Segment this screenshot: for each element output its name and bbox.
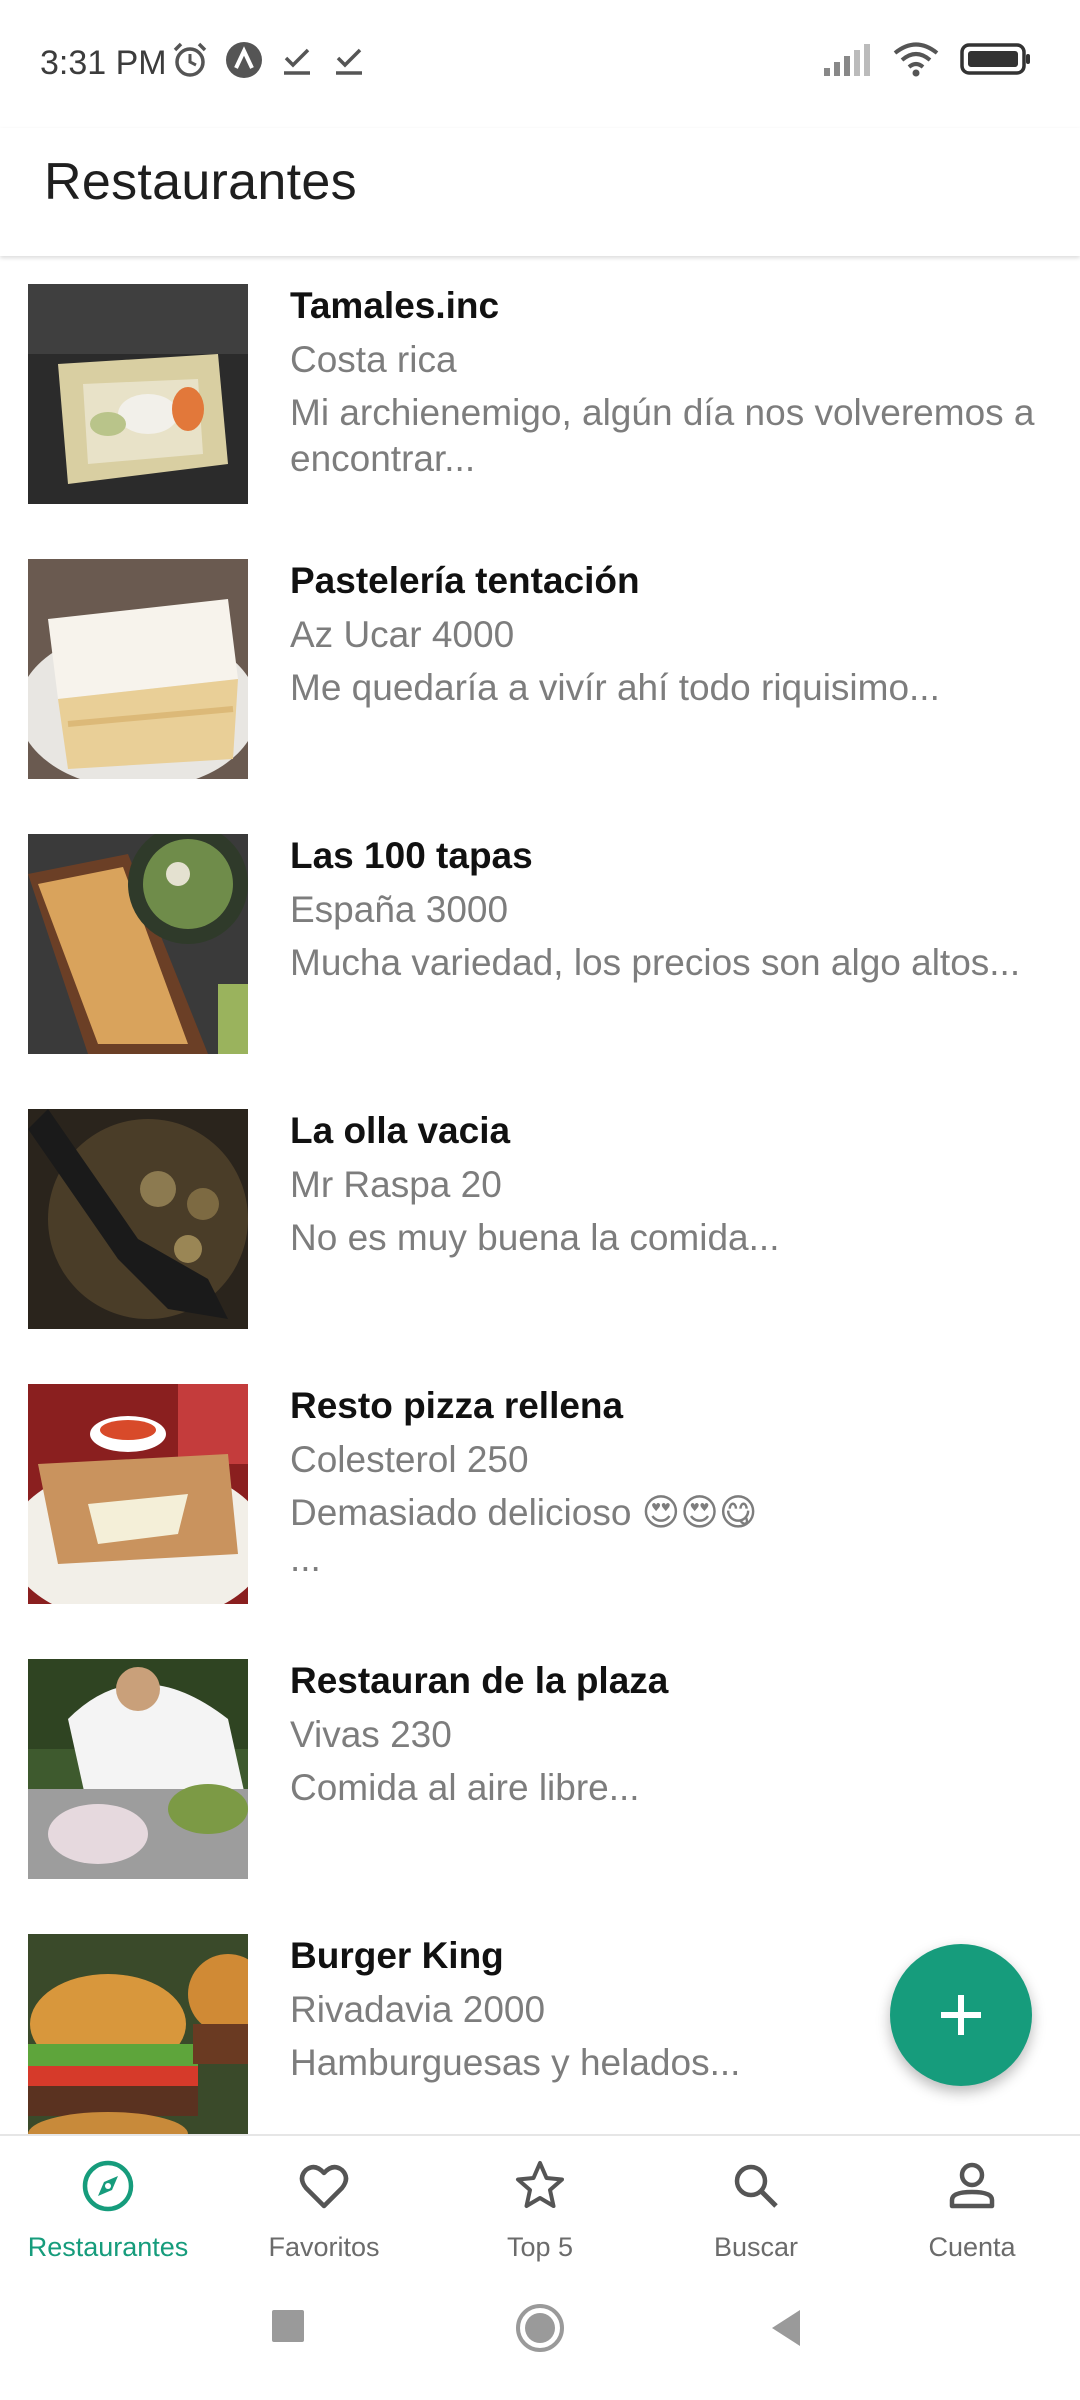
restaurant-description: Comida al aire libre... (290, 1767, 640, 1808)
restaurant-name: Pastelería tentación (290, 560, 640, 601)
restaurant-list[interactable]: Tamales.inc Costa rica Mi archienemigo, … (0, 256, 1080, 2134)
status-icons-right (822, 40, 1032, 78)
nav-label: Restaurantes (27, 2232, 189, 2262)
search-icon (734, 2164, 778, 2208)
restaurant-address: Colesterol 250 (290, 1439, 529, 1480)
account-icon (949, 2162, 995, 2209)
nav-item-top5[interactable]: Top 5 (432, 2136, 648, 2280)
restaurant-address: Az Ucar 4000 (290, 614, 515, 655)
restaurant-description: Me quedaría a vivír ahí todo riquisimo..… (290, 667, 940, 708)
compass-icon (82, 2160, 134, 2212)
home-button[interactable] (514, 2302, 566, 2354)
nav-item-restaurantes[interactable]: Restaurantes (0, 2136, 216, 2280)
restaurant-item[interactable]: La olla vacia Mr Raspa 20 No es muy buen… (0, 1081, 1080, 1356)
battery-icon (960, 43, 1030, 75)
restaurant-info: La olla vacia Mr Raspa 20 No es muy buen… (290, 1107, 1068, 1261)
restaurant-name: La olla vacia (290, 1110, 511, 1151)
check-icon (336, 48, 362, 75)
restaurant-info: Pastelería tentación Az Ucar 4000 Me que… (290, 557, 1068, 711)
restaurant-address: Mr Raspa 20 (290, 1164, 502, 1205)
wifi-icon (893, 42, 939, 77)
restaurant-photo (28, 1384, 248, 1604)
bottom-navigation: Restaurantes Favoritos Top 5 Buscar Cuen… (0, 2134, 1080, 2280)
restaurant-name: Tamales.inc (290, 285, 500, 326)
app-bar: Restaurantes (0, 128, 1080, 256)
restaurant-description: Demasiado delicioso 😍😍😋 ... (290, 1492, 758, 1579)
nav-label: Favoritos (268, 2232, 380, 2262)
nav-label: Cuenta (928, 2232, 1016, 2262)
page-title: Restaurantes (44, 153, 357, 211)
status-time: 3:31 PM (40, 44, 167, 82)
restaurant-item[interactable]: Resto pizza rellena Colesterol 250 Demas… (0, 1356, 1080, 1631)
restaurant-item[interactable]: Pastelería tentación Az Ucar 4000 Me que… (0, 531, 1080, 806)
back-button[interactable] (768, 2308, 804, 2348)
nav-item-favoritos[interactable]: Favoritos (216, 2136, 432, 2280)
restaurant-name: Las 100 tapas (290, 835, 533, 876)
restaurant-description: Mi archienemigo, algún día nos volveremo… (290, 392, 1035, 479)
restaurant-info: Las 100 tapas España 3000 Mucha variedad… (290, 832, 1068, 986)
restaurant-info: Resto pizza rellena Colesterol 250 Demas… (290, 1382, 1068, 1582)
nav-item-buscar[interactable]: Buscar (648, 2136, 864, 2280)
restaurant-address: Costa rica (290, 339, 457, 380)
restaurant-photo (28, 1659, 248, 1879)
restaurant-address: Vivas 230 (290, 1714, 452, 1755)
restaurant-photo (28, 284, 248, 504)
restaurant-photo (28, 1934, 248, 2134)
restaurant-name: Resto pizza rellena (290, 1385, 624, 1426)
restaurant-photo (28, 559, 248, 779)
nav-label: Top 5 (506, 2232, 574, 2262)
restaurant-name: Restauran de la plaza (290, 1660, 669, 1701)
status-icons-left (170, 40, 368, 80)
nav-label: Buscar (713, 2232, 799, 2262)
restaurant-info: Restauran de la plaza Vivas 230 Comida a… (290, 1657, 1068, 1811)
add-restaurant-button[interactable] (890, 1944, 1032, 2086)
alarm-icon (173, 42, 207, 77)
restaurant-info: Tamales.inc Costa rica Mi archienemigo, … (290, 282, 1068, 482)
restaurant-address: España 3000 (290, 889, 509, 930)
heart-icon (299, 2164, 349, 2209)
restaurant-item[interactable]: Tamales.inc Costa rica Mi archienemigo, … (0, 256, 1080, 531)
check-icon (284, 48, 310, 75)
signal-icon (824, 44, 870, 76)
restaurant-description: No es muy buena la comida... (290, 1217, 780, 1258)
restaurant-item[interactable]: Las 100 tapas España 3000 Mucha variedad… (0, 806, 1080, 1081)
status-bar: 3:31 PM (0, 0, 1080, 128)
system-navigation-bar (0, 2280, 1080, 2400)
recents-button[interactable] (270, 2308, 306, 2344)
plus-icon (941, 1995, 981, 2035)
restaurant-item[interactable]: Restauran de la plaza Vivas 230 Comida a… (0, 1631, 1080, 1906)
restaurant-photo (28, 1109, 248, 1329)
notification-a-icon (226, 42, 262, 78)
restaurant-photo (28, 834, 248, 1054)
nav-item-cuenta[interactable]: Cuenta (864, 2136, 1080, 2280)
restaurant-description: Mucha variedad, los precios son algo alt… (290, 942, 1021, 983)
star-icon (516, 2161, 564, 2208)
